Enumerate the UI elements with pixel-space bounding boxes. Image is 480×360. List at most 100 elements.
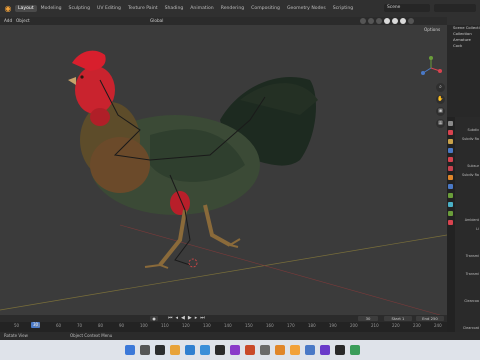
jump-end-icon[interactable]: ⏭ — [200, 316, 205, 321]
pan-icon[interactable]: ✋ — [436, 95, 445, 104]
workspace-tab-uv-editing[interactable]: UV Editing — [94, 5, 124, 12]
solid-shading-icon[interactable] — [392, 18, 398, 24]
camera-view-icon[interactable]: ▣ — [436, 107, 445, 116]
timeline-controls: ● ⏮ ◂ ◀ ▶ ▸ ⏭ 30 Start 1 End 250 — [0, 315, 447, 322]
property-row[interactable] — [456, 290, 480, 299]
overlay-icon[interactable] — [376, 18, 382, 24]
view-layer-selector[interactable] — [434, 4, 476, 12]
gizmo-icon[interactable] — [368, 18, 374, 24]
blender-logo-icon[interactable]: ◉ — [3, 4, 13, 14]
search-icon[interactable] — [140, 345, 150, 355]
output-tab-icon[interactable] — [448, 139, 453, 144]
frame-ruler[interactable]: 30 50 40 60 70 80 90 100 110 120 130 140 150 160 170 1… — [0, 322, 447, 332]
property-row[interactable]: Subdiv Ra — [456, 173, 480, 182]
perspective-toggle-icon[interactable]: ▦ — [436, 119, 445, 128]
property-row[interactable] — [456, 191, 480, 200]
property-row[interactable] — [456, 281, 480, 290]
object-tab-icon[interactable] — [448, 175, 453, 180]
property-row[interactable]: Clearcoa — [456, 299, 480, 308]
property-row[interactable]: Li — [456, 227, 480, 236]
file-explorer-icon[interactable] — [170, 345, 180, 355]
workspace-tab-texture-paint[interactable]: Texture Paint — [125, 5, 161, 12]
workspace-tab-shading[interactable]: Shading — [162, 5, 187, 12]
property-row[interactable]: Transmi — [456, 272, 480, 281]
xray-icon[interactable] — [384, 18, 390, 24]
constraints-tab-icon[interactable] — [448, 211, 453, 216]
workspace-tab-sculpting[interactable]: Sculpting — [66, 5, 93, 12]
outliner-header[interactable] — [447, 17, 480, 25]
workspace-tab-compositing[interactable]: Compositing — [248, 5, 283, 12]
settings-icon[interactable] — [260, 345, 270, 355]
app4-icon[interactable] — [335, 345, 345, 355]
next-keyframe-icon[interactable]: ▸ — [195, 316, 198, 321]
outliner-row[interactable]: Cock — [447, 43, 480, 49]
workspace-tab-scripting[interactable]: Scripting — [330, 5, 356, 12]
task-view-icon[interactable] — [155, 345, 165, 355]
current-frame-field[interactable]: 30 — [358, 316, 378, 321]
prev-keyframe-icon[interactable]: ◂ — [176, 316, 179, 321]
render-tab-icon[interactable] — [448, 130, 453, 135]
workspace-tab-layout[interactable]: Layout — [15, 5, 37, 12]
property-row[interactable]: Subdiv Ra — [456, 137, 480, 146]
material-tab-icon[interactable] — [448, 220, 453, 225]
workspace-tab-geometry-nodes[interactable]: Geometry Nodes — [284, 5, 329, 12]
property-row[interactable]: Transmi — [456, 254, 480, 263]
material-shading-icon[interactable] — [400, 18, 406, 24]
beak — [68, 77, 76, 85]
workspace-tab-modeling[interactable]: Modeling — [38, 5, 65, 12]
property-row[interactable] — [456, 263, 480, 272]
options-menu[interactable]: Options — [424, 27, 440, 32]
start-frame-field[interactable]: Start 1 — [384, 316, 412, 321]
property-row[interactable] — [456, 236, 480, 245]
workspace-tab-rendering[interactable]: Rendering — [218, 5, 247, 12]
blender-taskbar-icon[interactable] — [290, 345, 300, 355]
end-frame-field[interactable]: End 250 — [416, 316, 444, 321]
scene-tab-icon[interactable] — [448, 157, 453, 162]
physics-tab-icon[interactable] — [448, 202, 453, 207]
property-row[interactable] — [456, 308, 480, 317]
world-tab-icon[interactable] — [448, 166, 453, 171]
3d-cursor-icon[interactable] — [188, 258, 198, 268]
property-row[interactable] — [456, 119, 480, 128]
property-row[interactable]: Ambient — [456, 218, 480, 227]
app-icon[interactable] — [230, 345, 240, 355]
property-row[interactable] — [456, 317, 480, 326]
3d-viewport[interactable]: Options ⌕ ✋ ▣ ▦ — [0, 25, 447, 315]
property-row[interactable] — [456, 245, 480, 254]
property-row[interactable] — [456, 200, 480, 209]
tool-tab-icon[interactable] — [448, 121, 453, 126]
app2-icon[interactable] — [305, 345, 315, 355]
scene-selector[interactable]: Scene — [384, 4, 430, 12]
frame-tick-label: 140 — [224, 323, 232, 328]
navigation-gizmo-icon[interactable] — [418, 55, 444, 81]
play-reverse-icon[interactable]: ◀ — [181, 316, 185, 321]
jump-start-icon[interactable]: ⏮ — [168, 316, 173, 321]
property-row[interactable]: Subdiv — [456, 128, 480, 137]
keyframe-toggle[interactable]: ● — [150, 316, 158, 321]
add-menu[interactable]: Add — [4, 17, 12, 25]
property-row[interactable]: Subsur — [456, 164, 480, 173]
browser-icon[interactable] — [185, 345, 195, 355]
visibility-icon[interactable] — [360, 18, 366, 24]
workspace-tab-animation[interactable]: Animation — [187, 5, 216, 12]
property-row[interactable] — [456, 182, 480, 191]
zoom-icon[interactable]: ⌕ — [436, 83, 445, 92]
start-icon[interactable] — [125, 345, 135, 355]
rendered-shading-icon[interactable] — [408, 18, 414, 24]
edge-icon[interactable] — [200, 345, 210, 355]
property-row[interactable] — [456, 209, 480, 218]
view-layer-tab-icon[interactable] — [448, 148, 453, 153]
play-icon[interactable]: ▶ — [188, 316, 192, 321]
property-row[interactable] — [456, 146, 480, 155]
chrome-icon[interactable] — [275, 345, 285, 355]
frame-tick-label: 190 — [329, 323, 337, 328]
store-icon[interactable] — [215, 345, 225, 355]
particles-tab-icon[interactable] — [448, 193, 453, 198]
object-menu[interactable]: Object — [16, 17, 30, 25]
transform-orientation[interactable]: Global — [150, 17, 163, 25]
property-row[interactable] — [456, 155, 480, 164]
app3-icon[interactable] — [320, 345, 330, 355]
modifier-tab-icon[interactable] — [448, 184, 453, 189]
app5-icon[interactable] — [350, 345, 360, 355]
office-icon[interactable] — [245, 345, 255, 355]
